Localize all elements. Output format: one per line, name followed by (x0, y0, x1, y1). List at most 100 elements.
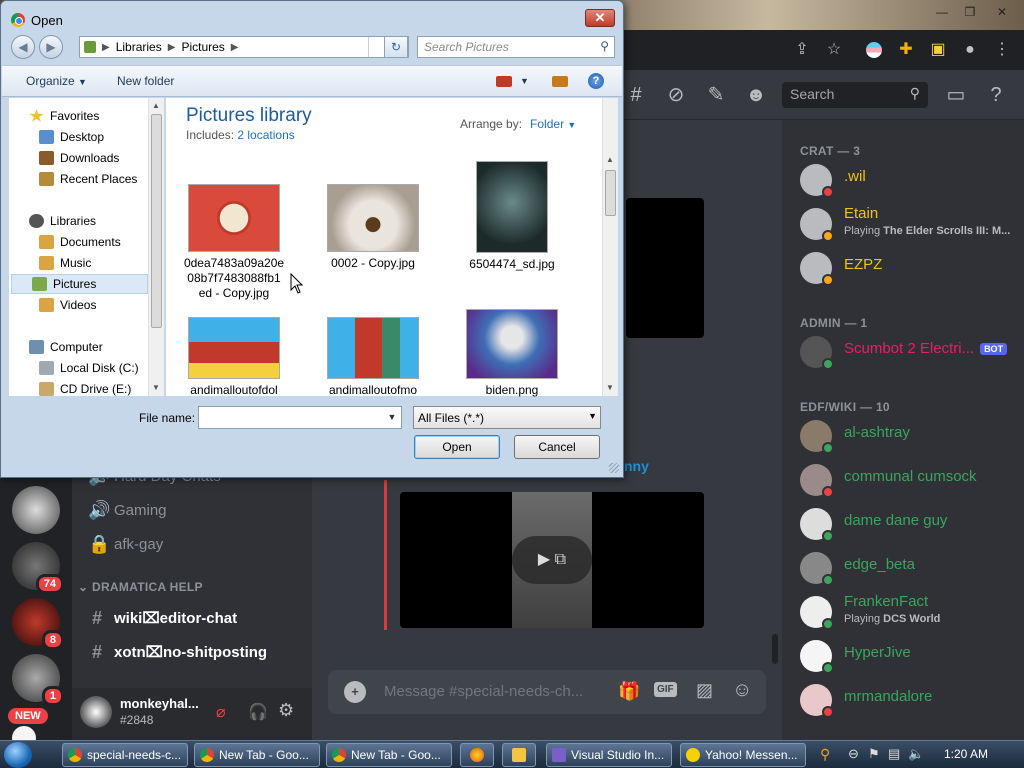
taskbar-item[interactable]: special-needs-c... (62, 743, 188, 767)
chevron-down-icon[interactable]: ▼ (383, 407, 401, 428)
channel-afk[interactable]: 🔒 afk-gay (88, 532, 163, 556)
mic-muted-icon[interactable]: ⌀ (216, 702, 226, 722)
chat-scrollbar[interactable] (772, 634, 778, 664)
member-item[interactable]: Etain Playing The Elder Scrolls III: M... (800, 204, 1024, 244)
dialog-close-button[interactable]: ✕ (585, 9, 615, 27)
forward-arrow-icon[interactable]: ▶ (39, 35, 63, 59)
emoji-icon[interactable]: ☺ (732, 679, 752, 702)
member-item[interactable]: dame dane guy (800, 504, 1024, 544)
sidepanel-icon[interactable]: ▣ (926, 38, 950, 62)
back-arrow-icon[interactable]: ◀ (11, 35, 35, 59)
members-icon[interactable]: ☻ (744, 83, 768, 107)
help-icon[interactable]: ? (984, 83, 1008, 107)
scroll-down-icon[interactable]: ▼ (152, 383, 160, 392)
message-author-partial[interactable]: nny (624, 458, 649, 474)
arrange-dropdown[interactable]: Folder ▼ (530, 117, 576, 131)
address-bar[interactable]: ▶ Libraries ▶ Pictures ▶ ▼ (79, 36, 409, 58)
taskbar-item[interactable]: New Tab - Goo... (194, 743, 320, 767)
member-item[interactable]: Scumbot 2 Electri... BOT (800, 332, 1024, 372)
nav-local-disk[interactable]: Local Disk (C:) (39, 358, 139, 378)
threads-icon[interactable]: # (624, 83, 648, 107)
channel-gaming[interactable]: 🔊 Gaming (88, 498, 167, 522)
channel-xotn-no-shitposting[interactable]: # xotn⌧no-shitposting (88, 640, 267, 664)
message-composer[interactable]: + Message #special-needs-ch... 🎁 GIF ▨ ☺ (328, 670, 766, 714)
action-center-icon[interactable]: ⚑ (868, 746, 880, 762)
file-item[interactable]: andimalloutofmo (313, 317, 433, 398)
flag-extension-icon[interactable] (862, 38, 886, 62)
locations-link[interactable]: 2 locations (237, 128, 294, 142)
member-item[interactable]: mrmandalore (800, 680, 1024, 720)
breadcrumb-libraries[interactable]: Libraries (116, 40, 162, 54)
scroll-up-icon[interactable]: ▲ (606, 155, 614, 164)
headphones-icon[interactable]: 🎧 (248, 702, 268, 722)
member-item[interactable]: communal cumsock (800, 460, 1024, 500)
nav-videos[interactable]: Videos (39, 295, 96, 315)
file-list-scrollbar[interactable]: ▲ ▼ (602, 98, 618, 396)
nav-recent-places[interactable]: Recent Places (39, 169, 137, 189)
nav-cd-drive[interactable]: CD Drive (E:) (39, 379, 131, 399)
file-item[interactable]: biden.png (452, 309, 572, 398)
file-item[interactable]: andimalloutofdol (174, 317, 294, 398)
start-button[interactable] (4, 742, 32, 768)
close-icon[interactable]: ✕ (990, 2, 1014, 22)
puzzle-icon[interactable]: ✚ (894, 38, 918, 62)
help-icon[interactable]: ? (588, 73, 604, 89)
new-folder-button[interactable]: New folder (117, 74, 174, 88)
pin-icon[interactable]: ✎ (704, 83, 728, 107)
clock[interactable]: 1:20 AM (944, 747, 988, 761)
chevron-down-icon[interactable]: ▼ (520, 76, 529, 86)
file-item[interactable]: 0002 - Copy.jpg (313, 184, 433, 271)
refresh-icon[interactable]: ↻ (384, 36, 408, 58)
share-icon[interactable]: ⇪ (790, 38, 814, 62)
search-input[interactable]: Search Pictures ⚲ (417, 36, 615, 58)
nav-documents[interactable]: Documents (39, 232, 121, 252)
nav-scrollbar[interactable]: ▲ ▼ (148, 98, 164, 396)
discord-search[interactable]: Search ⚲ (782, 82, 928, 108)
view-icon[interactable] (496, 76, 512, 87)
inbox-icon[interactable]: ▭ (944, 83, 968, 107)
preview-pane-icon[interactable] (552, 76, 568, 87)
tray-icon[interactable]: ⊖ (848, 746, 859, 762)
scroll-up-icon[interactable]: ▲ (152, 101, 160, 110)
nav-pictures[interactable]: Pictures (11, 274, 148, 294)
scroll-thumb[interactable] (605, 170, 616, 216)
embed-video-top[interactable] (626, 198, 704, 338)
nav-music[interactable]: Music (39, 253, 91, 273)
nav-favorites[interactable]: Favorites (29, 106, 99, 126)
play-icon[interactable]: ▶ ⧉ (512, 536, 592, 584)
network-icon[interactable]: ▤ (888, 746, 900, 762)
member-item[interactable]: al-ashtray (800, 416, 1024, 456)
mute-icon[interactable]: ⊘ (664, 83, 688, 107)
member-item[interactable]: FrankenFact Playing DCS World (800, 592, 1024, 632)
cancel-button[interactable]: Cancel (514, 435, 600, 459)
gift-icon[interactable]: 🎁 (618, 681, 640, 702)
category-dramatica-help[interactable]: ⌄ DRAMATICA HELP (78, 580, 203, 594)
organize-button[interactable]: Organize ▼ (26, 74, 87, 88)
profile-icon[interactable]: ● (958, 38, 982, 62)
minimize-icon[interactable]: — (930, 2, 954, 22)
server-icon[interactable]: 74 (12, 542, 64, 594)
server-icon[interactable]: 1 (12, 654, 64, 706)
server-icon[interactable] (12, 486, 60, 534)
embedded-video[interactable]: ▶ ⧉ (400, 492, 704, 628)
maximize-icon[interactable]: ❐ (958, 2, 982, 22)
nav-downloads[interactable]: Downloads (39, 148, 119, 168)
file-name-input[interactable] (198, 406, 402, 429)
file-item[interactable]: 0dea7483a09a20e 08b7f7483088fb1 ed - Cop… (174, 184, 294, 301)
menu-icon[interactable]: ⋮ (990, 38, 1014, 62)
member-item[interactable]: HyperJive (800, 636, 1024, 676)
taskbar-item[interactable]: Visual Studio In... (546, 743, 672, 767)
nav-computer[interactable]: Computer (29, 337, 103, 357)
open-button[interactable]: Open (414, 435, 500, 459)
volume-icon[interactable]: 🔈 (908, 746, 924, 762)
scroll-thumb[interactable] (151, 114, 162, 328)
scroll-down-icon[interactable]: ▼ (606, 383, 614, 392)
gif-button[interactable]: GIF (654, 682, 677, 697)
explorer-button[interactable] (502, 743, 536, 767)
server-icon[interactable]: 8 (12, 598, 64, 650)
settings-gear-icon[interactable]: ⚙ (278, 700, 294, 721)
search-tray-icon[interactable]: ⚲ (820, 746, 830, 763)
new-badge[interactable]: NEW (8, 708, 48, 724)
sticker-icon[interactable]: ▨ (696, 680, 713, 701)
taskbar-item[interactable]: New Tab - Goo... (326, 743, 452, 767)
